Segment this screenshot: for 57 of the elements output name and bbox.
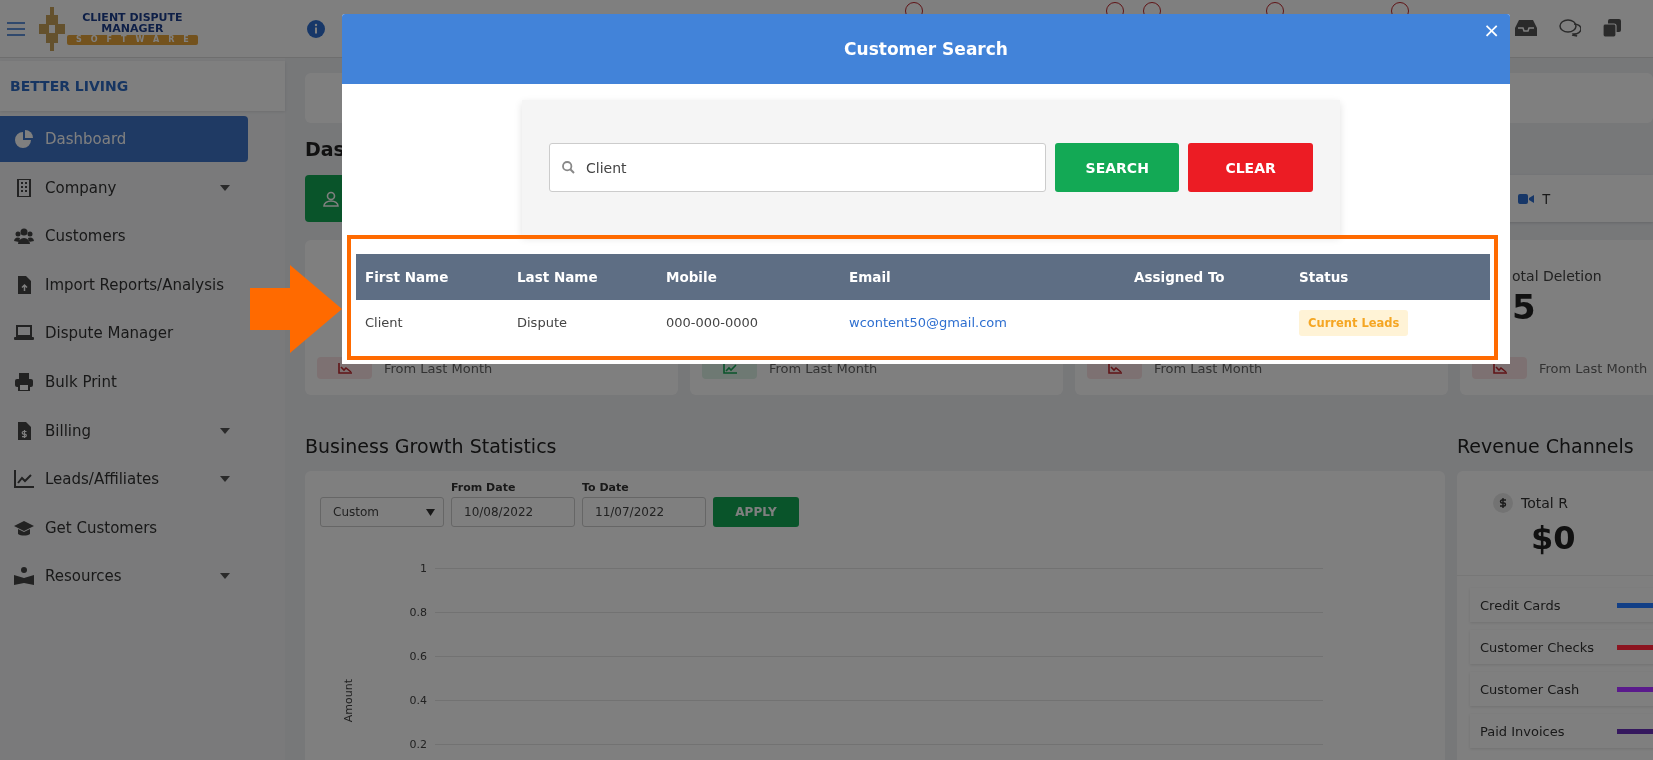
channel-name: Credit Cards bbox=[1480, 597, 1562, 613]
table-cell: 000-000-0000 bbox=[666, 314, 759, 330]
stat-note: From Last Month bbox=[384, 360, 493, 376]
stat-label: otal Deletion bbox=[1512, 268, 1603, 284]
column-header: Last Name bbox=[508, 254, 657, 300]
nav-item[interactable]: Leads/Affiliates bbox=[0, 456, 248, 503]
logo-text: MANAGER bbox=[101, 23, 164, 34]
nav-item[interactable]: Company bbox=[0, 164, 248, 211]
logo-tagline: SOFTWARE bbox=[67, 35, 198, 45]
status-badge: Current Leads bbox=[1299, 309, 1409, 336]
logo-text: CLIENT DISPUTE bbox=[82, 12, 183, 23]
clear-button[interactable]: CLEAR bbox=[1188, 143, 1313, 192]
dialog-title: Customer Search bbox=[844, 39, 1008, 59]
section-title: Business Growth Statistics bbox=[305, 435, 558, 457]
axis-tick-label: 0.8 bbox=[408, 605, 428, 619]
axis-tick-label: 1 bbox=[419, 561, 428, 575]
date-field[interactable]: 11/07/2022 bbox=[582, 497, 706, 527]
date-field[interactable]: 10/08/2022 bbox=[451, 497, 575, 527]
axis-tick-label: 0.2 bbox=[408, 737, 428, 751]
email-link[interactable]: wcontent50@gmail.com bbox=[849, 314, 1007, 330]
axis-tick-label: 0.4 bbox=[408, 693, 428, 707]
stat-note: From Last Month bbox=[1539, 360, 1648, 376]
nav-item[interactable]: Bulk Print bbox=[0, 358, 248, 405]
search-button[interactable]: SEARCH bbox=[1055, 143, 1180, 192]
nav-item[interactable]: Get Customers bbox=[0, 504, 248, 551]
stat-note: From Last Month bbox=[1154, 360, 1263, 376]
column-header: First Name bbox=[356, 254, 508, 300]
column-header: Mobile bbox=[657, 254, 840, 300]
column-header: Assigned To bbox=[1125, 254, 1290, 300]
nav-item[interactable]: Dashboard bbox=[0, 116, 248, 162]
axis-tick-label: 0.6 bbox=[408, 649, 428, 663]
stat-note: From Last Month bbox=[769, 360, 878, 376]
column-header: Email bbox=[840, 254, 1125, 300]
section-title: Revenue Channels bbox=[1457, 435, 1635, 457]
range-dropdown[interactable]: Custom bbox=[320, 497, 444, 527]
nav-item[interactable]: Billing bbox=[0, 407, 248, 454]
search-field[interactable]: Client bbox=[549, 143, 1047, 192]
total-label: Total R bbox=[1521, 495, 1568, 511]
channel-name: Customer Cash bbox=[1480, 681, 1581, 697]
field-label: To Date bbox=[582, 481, 630, 494]
stat-value: 5 bbox=[1512, 290, 1537, 324]
channel-name: Customer Checks bbox=[1480, 639, 1596, 655]
nav-item[interactable]: Dispute Manager bbox=[0, 310, 248, 357]
table-cell: Client bbox=[365, 314, 403, 330]
table-cell: Dispute bbox=[517, 314, 567, 330]
close-button[interactable]: × bbox=[1479, 18, 1504, 42]
channel-name: Paid Invoices bbox=[1480, 723, 1566, 739]
nav-item[interactable]: Resources bbox=[0, 553, 248, 600]
company-name: BETTER LIVING bbox=[0, 61, 285, 111]
nav-item[interactable]: Customers bbox=[0, 213, 248, 260]
column-header: Status bbox=[1290, 254, 1490, 300]
total-amount: $0 bbox=[1531, 519, 1576, 557]
field-label: From Date bbox=[451, 481, 517, 494]
nav-item[interactable]: Import Reports/Analysis bbox=[0, 261, 248, 308]
axis-label: Amount bbox=[342, 679, 355, 723]
page-title: Das bbox=[305, 138, 345, 160]
apply-button[interactable]: APPLY bbox=[713, 497, 799, 527]
